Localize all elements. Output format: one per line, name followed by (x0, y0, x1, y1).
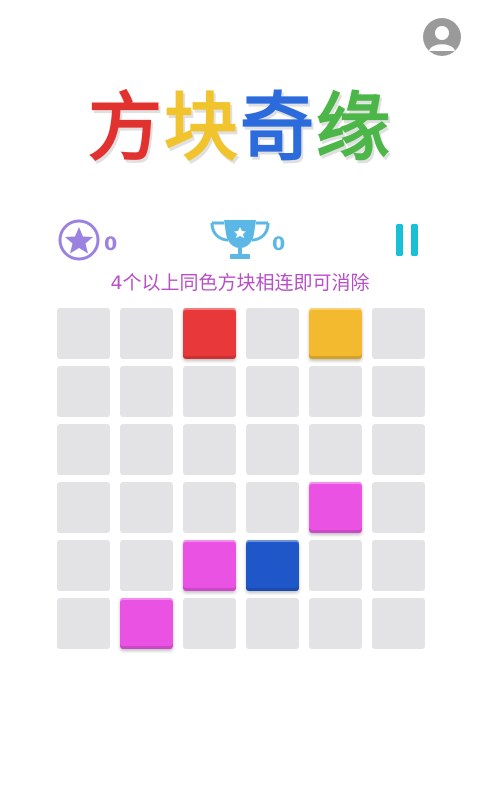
magenta-block[interactable] (183, 540, 236, 591)
best-score: 0 (210, 218, 285, 262)
board-cell[interactable] (372, 482, 425, 533)
game-hint: 4个以上同色方块相连即可消除 (110, 272, 370, 294)
board-cell[interactable] (120, 366, 173, 417)
stars-counter: 0 (56, 218, 117, 262)
board-cell[interactable] (120, 598, 173, 649)
yellow-block[interactable] (309, 308, 362, 359)
board-cell[interactable] (372, 366, 425, 417)
board-cell[interactable] (309, 424, 362, 475)
board-cell[interactable] (309, 366, 362, 417)
board-cell[interactable] (309, 308, 362, 359)
board-cell[interactable] (372, 424, 425, 475)
title-char: 块 (164, 85, 240, 171)
magenta-block[interactable] (309, 482, 362, 533)
trophy-value: 0 (272, 233, 286, 255)
board-cell[interactable] (246, 366, 299, 417)
board-cell[interactable] (309, 482, 362, 533)
board-cell[interactable] (246, 598, 299, 649)
board-cell[interactable] (120, 540, 173, 591)
board-cell[interactable] (57, 482, 110, 533)
star-badge-icon (58, 219, 100, 261)
board-cell[interactable] (246, 540, 299, 591)
board-cell[interactable] (120, 308, 173, 359)
game-title: 方块奇缘 (0, 86, 480, 170)
board-cell[interactable] (57, 308, 110, 359)
pause-button[interactable] (396, 224, 418, 256)
board-cell[interactable] (246, 482, 299, 533)
board-cell[interactable] (183, 308, 236, 359)
board-cell[interactable] (372, 598, 425, 649)
stars-value: 0 (104, 233, 118, 255)
title-char: 缘 (316, 85, 392, 171)
blue-block[interactable] (246, 540, 299, 591)
board-cell[interactable] (309, 540, 362, 591)
pause-icon (411, 224, 418, 256)
board-cell[interactable] (246, 424, 299, 475)
board-cell[interactable] (246, 308, 299, 359)
board-cell[interactable] (372, 540, 425, 591)
board-cell[interactable] (57, 598, 110, 649)
board-cell[interactable] (183, 598, 236, 649)
board-cell[interactable] (372, 308, 425, 359)
red-block[interactable] (183, 308, 236, 359)
board-cell[interactable] (57, 540, 110, 591)
board-cell[interactable] (120, 482, 173, 533)
board-cell[interactable] (183, 540, 236, 591)
board-cell[interactable] (183, 366, 236, 417)
pause-icon (396, 224, 403, 256)
game-board (57, 308, 427, 649)
board-cell[interactable] (57, 366, 110, 417)
board-cell[interactable] (183, 424, 236, 475)
user-avatar-icon (429, 26, 455, 51)
board-cell[interactable] (57, 424, 110, 475)
magenta-block[interactable] (120, 598, 173, 649)
trophy-icon (210, 220, 270, 259)
board-cell[interactable] (120, 424, 173, 475)
title-char: 奇 (240, 85, 316, 171)
board-cell[interactable] (183, 482, 236, 533)
title-char: 方 (88, 85, 164, 171)
board-cell[interactable] (309, 598, 362, 649)
profile-button[interactable] (423, 18, 461, 56)
